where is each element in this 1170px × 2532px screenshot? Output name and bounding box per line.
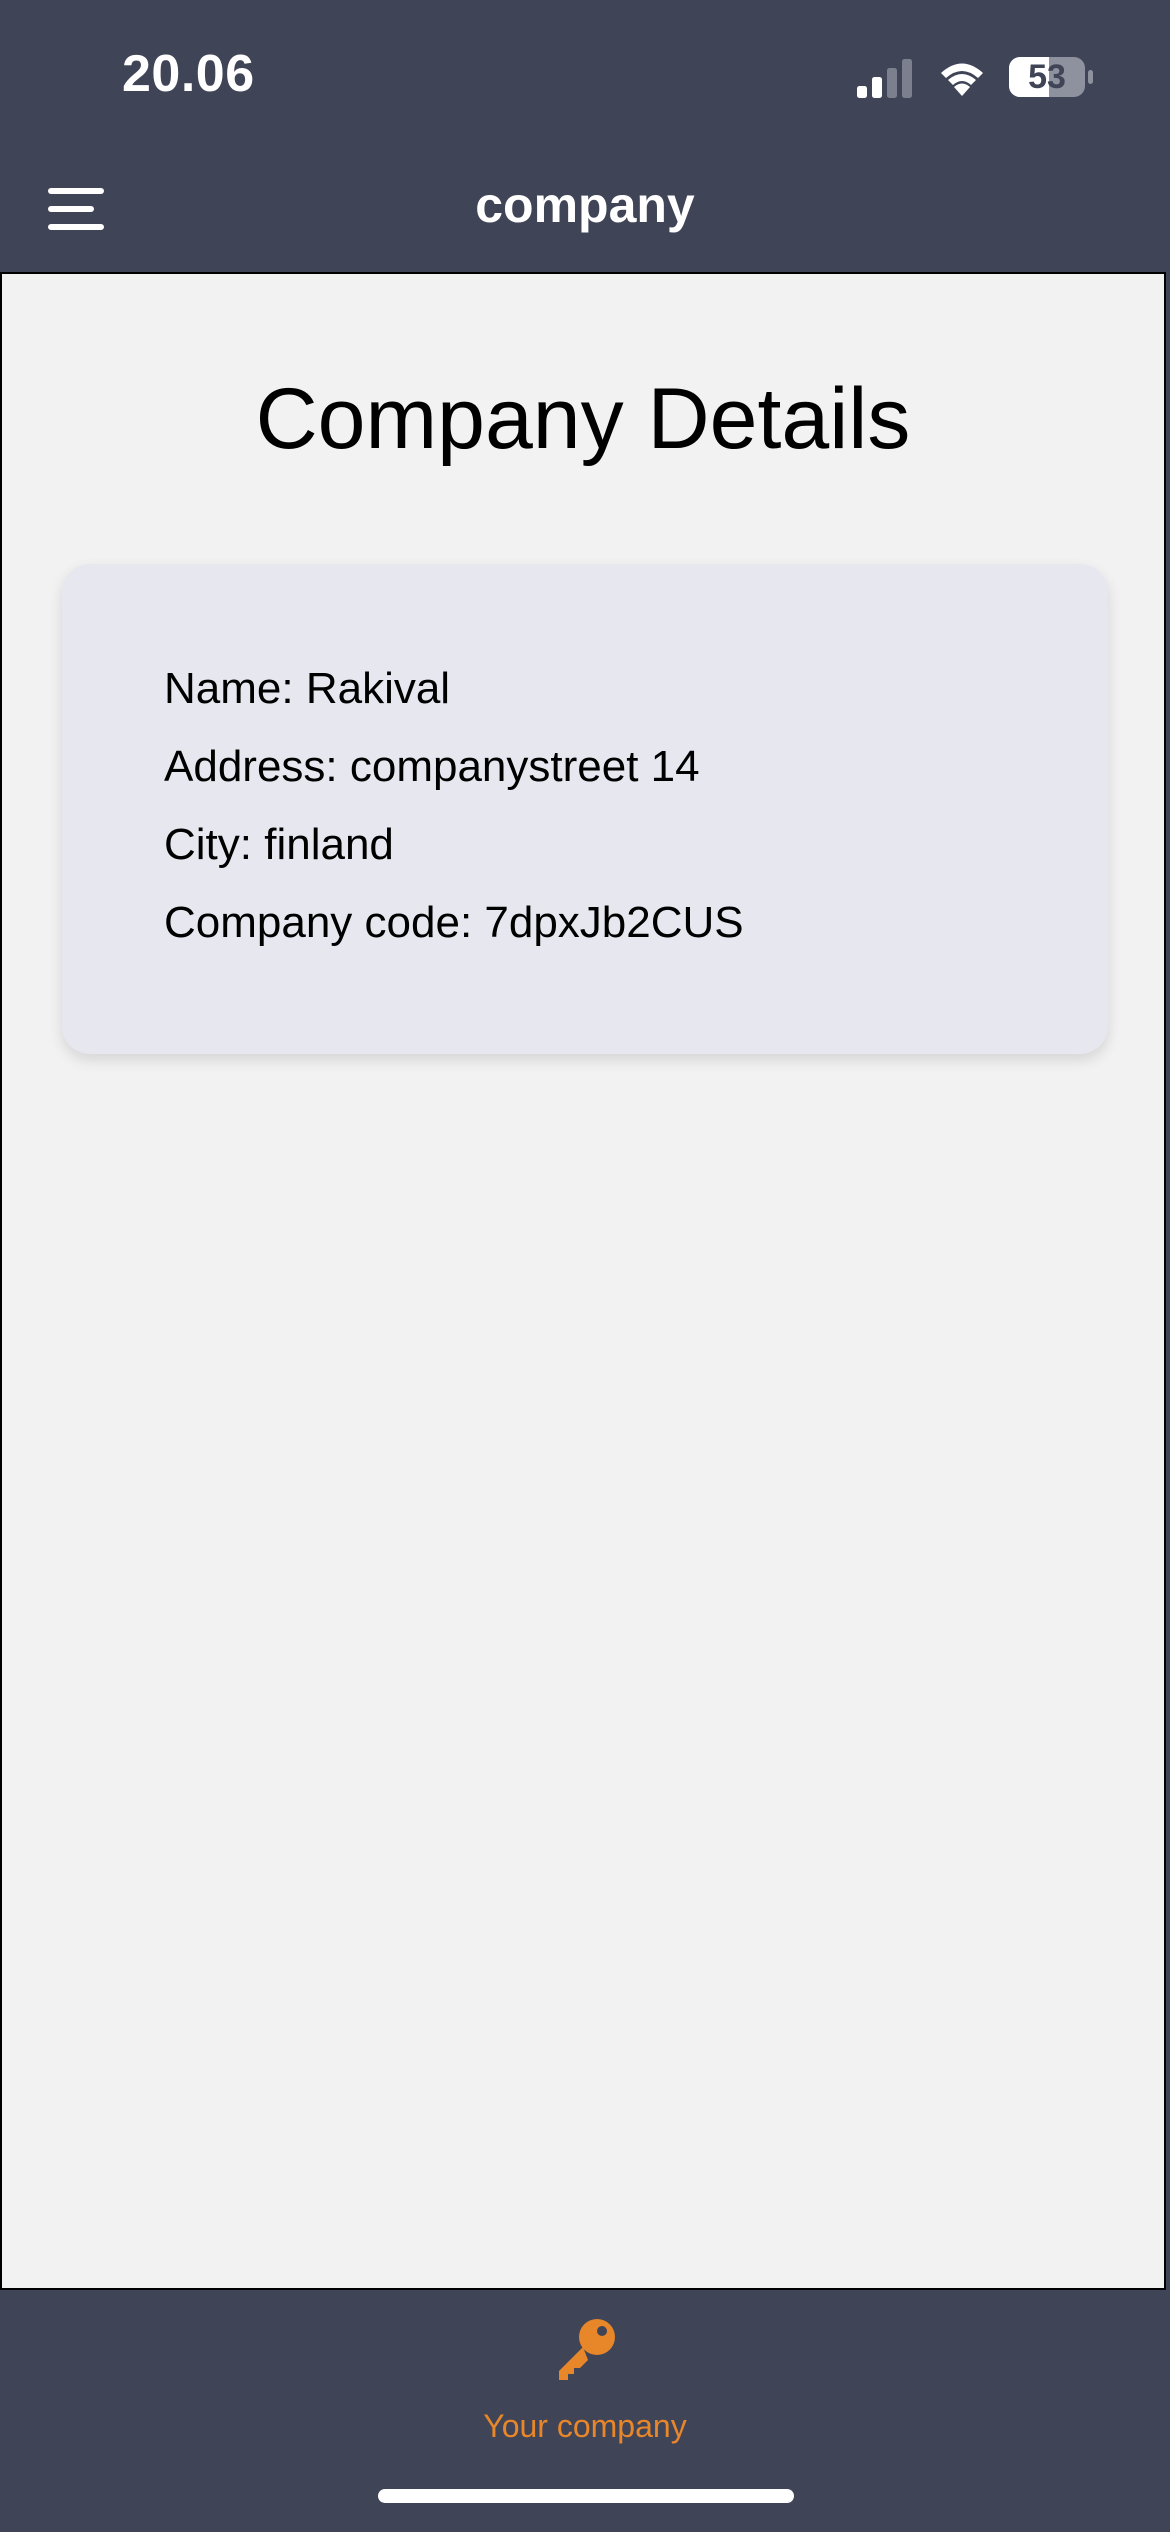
company-city: City: finland — [164, 820, 394, 869]
status-bar: 20.06 53 — [0, 0, 1170, 150]
wifi-icon — [941, 63, 983, 96]
company-code: Company code: 7dpxJb2CUS — [164, 898, 744, 947]
battery-level: 53 — [1028, 57, 1066, 96]
page-title: Company Details — [255, 371, 911, 467]
signal-icon — [857, 59, 912, 98]
nav-title: company — [475, 177, 695, 233]
navigation-bar: company — [0, 150, 1170, 272]
company-address: Address: companystreet 14 — [164, 742, 700, 791]
key-icon — [559, 2319, 615, 2380]
status-time: 20.06 — [122, 45, 255, 103]
tab-your-company[interactable]: Your company — [435, 2314, 735, 2464]
app-screen: 20.06 53 company Company Details Name: R… — [0, 0, 1170, 2532]
company-details-card: Name: Rakival Address: companystreet 14 … — [62, 564, 1108, 1054]
tab-label: Your company — [483, 2408, 687, 2444]
home-indicator[interactable] — [378, 2489, 794, 2503]
battery-icon: 53 — [1008, 56, 1094, 98]
company-name: Name: Rakival — [164, 664, 451, 713]
main-content: Company Details Name: Rakival Address: c… — [0, 272, 1166, 2290]
